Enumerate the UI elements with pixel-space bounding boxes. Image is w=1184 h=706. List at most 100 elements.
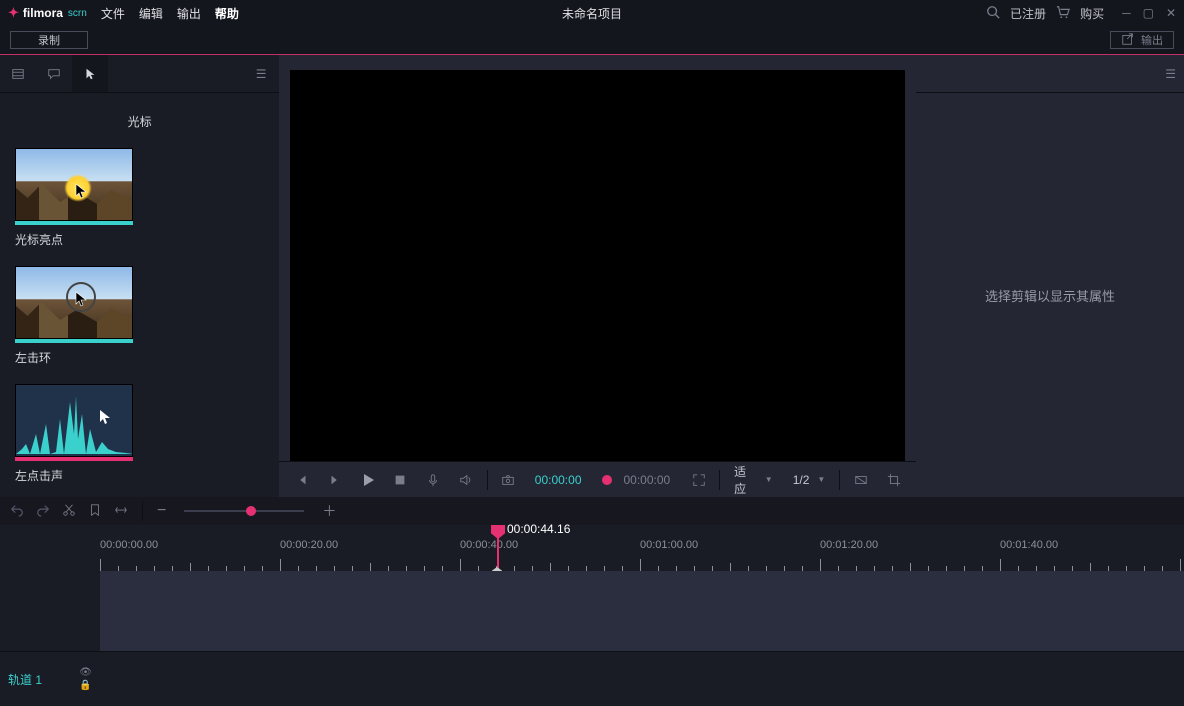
title-bar: ✦ filmora scrn 文件 编辑 输出 帮助 未命名项目 已注册 购买 … xyxy=(0,0,1184,26)
maximize-icon[interactable]: ▢ xyxy=(1143,6,1154,20)
chevron-down-icon: ▼ xyxy=(765,475,773,484)
zoom-out-button[interactable]: − xyxy=(157,502,166,520)
brand-name: filmora xyxy=(23,6,63,20)
library-tabs: ☰ xyxy=(0,55,279,93)
crop-button[interactable] xyxy=(879,466,908,494)
thumb-label: 左点击声 xyxy=(15,467,133,484)
thumbnail-grid: 光标亮点 左击环 左点击声 xyxy=(0,140,279,492)
menu-file[interactable]: 文件 xyxy=(101,5,125,22)
main-menu: 文件 编辑 输出 帮助 xyxy=(101,5,239,22)
track-head-main xyxy=(0,571,100,651)
search-icon[interactable] xyxy=(986,5,1000,22)
zoom-slider[interactable] xyxy=(184,510,304,512)
marker-button[interactable] xyxy=(88,503,102,520)
playhead-handle[interactable] xyxy=(491,525,505,539)
lock-icon[interactable]: 🔒 xyxy=(79,680,92,691)
thumb-underline xyxy=(15,221,133,225)
ruler-label: 00:01:40.00 xyxy=(1000,539,1058,551)
track-label: 轨道 1 xyxy=(8,671,42,688)
video-preview[interactable] xyxy=(290,70,905,461)
cut-button[interactable] xyxy=(62,503,76,520)
speed-selector[interactable]: 1/2 ▼ xyxy=(785,466,834,494)
timeline-ruler[interactable]: 00:00:00.00 00:00:20.00 00:00:40.00 00:01:0… xyxy=(0,525,1184,571)
zoom-in-button[interactable]: ＋ xyxy=(322,501,336,521)
fit-selector[interactable]: 适应 ▼ xyxy=(726,466,781,494)
eye-icon[interactable]: 👁 xyxy=(79,667,92,678)
menu-help[interactable]: 帮助 xyxy=(215,5,239,22)
volume-button[interactable] xyxy=(452,466,481,494)
thumb-left-click-ring[interactable]: 左击环 xyxy=(15,266,133,366)
aspect-button[interactable] xyxy=(846,466,875,494)
track-row-main xyxy=(0,571,1184,651)
time-current: 00:00:00 xyxy=(535,473,582,487)
thumb-left-click-sound[interactable]: 左点击声 xyxy=(15,384,133,484)
progress-handle[interactable] xyxy=(602,475,612,485)
preview-canvas xyxy=(290,70,905,461)
menu-edit[interactable]: 编辑 xyxy=(139,5,163,22)
transport-bar: 00:00:00 00:00:00 适应 ▼ 1/2 ▼ xyxy=(279,461,916,497)
prev-button[interactable] xyxy=(287,466,316,494)
stop-button[interactable] xyxy=(386,466,415,494)
timeline-toolbar: − ＋ xyxy=(0,497,1184,525)
properties-top: ☰ xyxy=(916,55,1184,93)
speech-icon xyxy=(47,67,61,81)
hamburger-icon[interactable]: ☰ xyxy=(243,55,279,92)
ruler-labels: 00:00:00.00 00:00:20.00 00:00:40.00 00:01:0… xyxy=(100,539,1184,553)
fullscreen-button[interactable] xyxy=(684,466,713,494)
output-label: 输出 xyxy=(1141,32,1163,48)
record-bar: 录制 输出 xyxy=(0,26,1184,54)
library-section-title: 光标 xyxy=(0,93,279,140)
window-controls-right: 已注册 购买 ─ ▢ ✕ xyxy=(986,5,1176,22)
ruler-label: 00:00:20.00 xyxy=(280,539,338,551)
registered-label: 已注册 xyxy=(1010,5,1046,22)
track-body-main[interactable] xyxy=(100,571,1184,651)
stretch-button[interactable] xyxy=(114,503,128,520)
share-icon xyxy=(1121,32,1135,49)
track-head-1[interactable]: 轨道 1 👁 🔒 xyxy=(0,652,100,706)
app-logo: ✦ filmora scrn xyxy=(0,5,95,21)
ruler-label: 00:01:00.00 xyxy=(640,539,698,551)
ruler-label: 00:00:00.00 xyxy=(100,539,158,551)
next-button[interactable] xyxy=(320,466,349,494)
play-button[interactable] xyxy=(353,466,382,494)
pointer-icon xyxy=(74,183,90,199)
menu-export[interactable]: 输出 xyxy=(177,5,201,22)
thumb-underline xyxy=(15,339,133,343)
track-row-1: 轨道 1 👁 🔒 xyxy=(0,651,1184,706)
mic-button[interactable] xyxy=(419,466,448,494)
speed-label: 1/2 xyxy=(793,473,810,487)
redo-button[interactable] xyxy=(36,503,50,520)
thumb-cursor-highlight[interactable]: 光标亮点 xyxy=(15,148,133,248)
record-button[interactable]: 录制 xyxy=(10,31,88,49)
record-label: 录制 xyxy=(38,32,60,48)
brand-sub: scrn xyxy=(68,8,87,19)
close-icon[interactable]: ✕ xyxy=(1166,6,1176,20)
thumb-label: 光标亮点 xyxy=(15,231,133,248)
tab-media[interactable] xyxy=(0,55,36,92)
logo-icon: ✦ xyxy=(8,5,19,21)
output-button[interactable]: 输出 xyxy=(1110,31,1174,49)
preview-panel: 00:00:00 00:00:00 适应 ▼ 1/2 ▼ xyxy=(279,55,916,497)
track-body-1[interactable] xyxy=(100,652,1184,706)
minimize-icon[interactable]: ─ xyxy=(1122,6,1131,20)
playhead-time: 00:00:44.16 xyxy=(507,522,570,536)
workspace: ☰ 光标 光标亮点 左击环 xyxy=(0,55,1184,497)
pointer-icon xyxy=(98,409,114,425)
library-panel: ☰ 光标 光标亮点 左击环 xyxy=(0,55,279,497)
cursor-icon xyxy=(83,67,97,81)
snapshot-button[interactable] xyxy=(494,466,523,494)
undo-button[interactable] xyxy=(10,503,24,520)
track-toggles: 👁 🔒 xyxy=(79,667,92,691)
waveform-icon xyxy=(16,394,133,454)
zoom-handle[interactable] xyxy=(246,506,256,516)
buy-label[interactable]: 购买 xyxy=(1080,5,1104,22)
thumb-label: 左击环 xyxy=(15,349,133,366)
properties-placeholder: 选择剪辑以显示其属性 xyxy=(916,93,1184,497)
properties-panel: ☰ 选择剪辑以显示其属性 xyxy=(916,55,1184,497)
chevron-down-icon: ▼ xyxy=(817,475,825,484)
hamburger-icon[interactable]: ☰ xyxy=(1165,67,1176,81)
tab-annotations[interactable] xyxy=(36,55,72,92)
tab-cursor[interactable] xyxy=(72,55,108,92)
cart-icon[interactable] xyxy=(1056,5,1070,22)
ruler-label: 00:00:40.00 xyxy=(460,539,518,551)
